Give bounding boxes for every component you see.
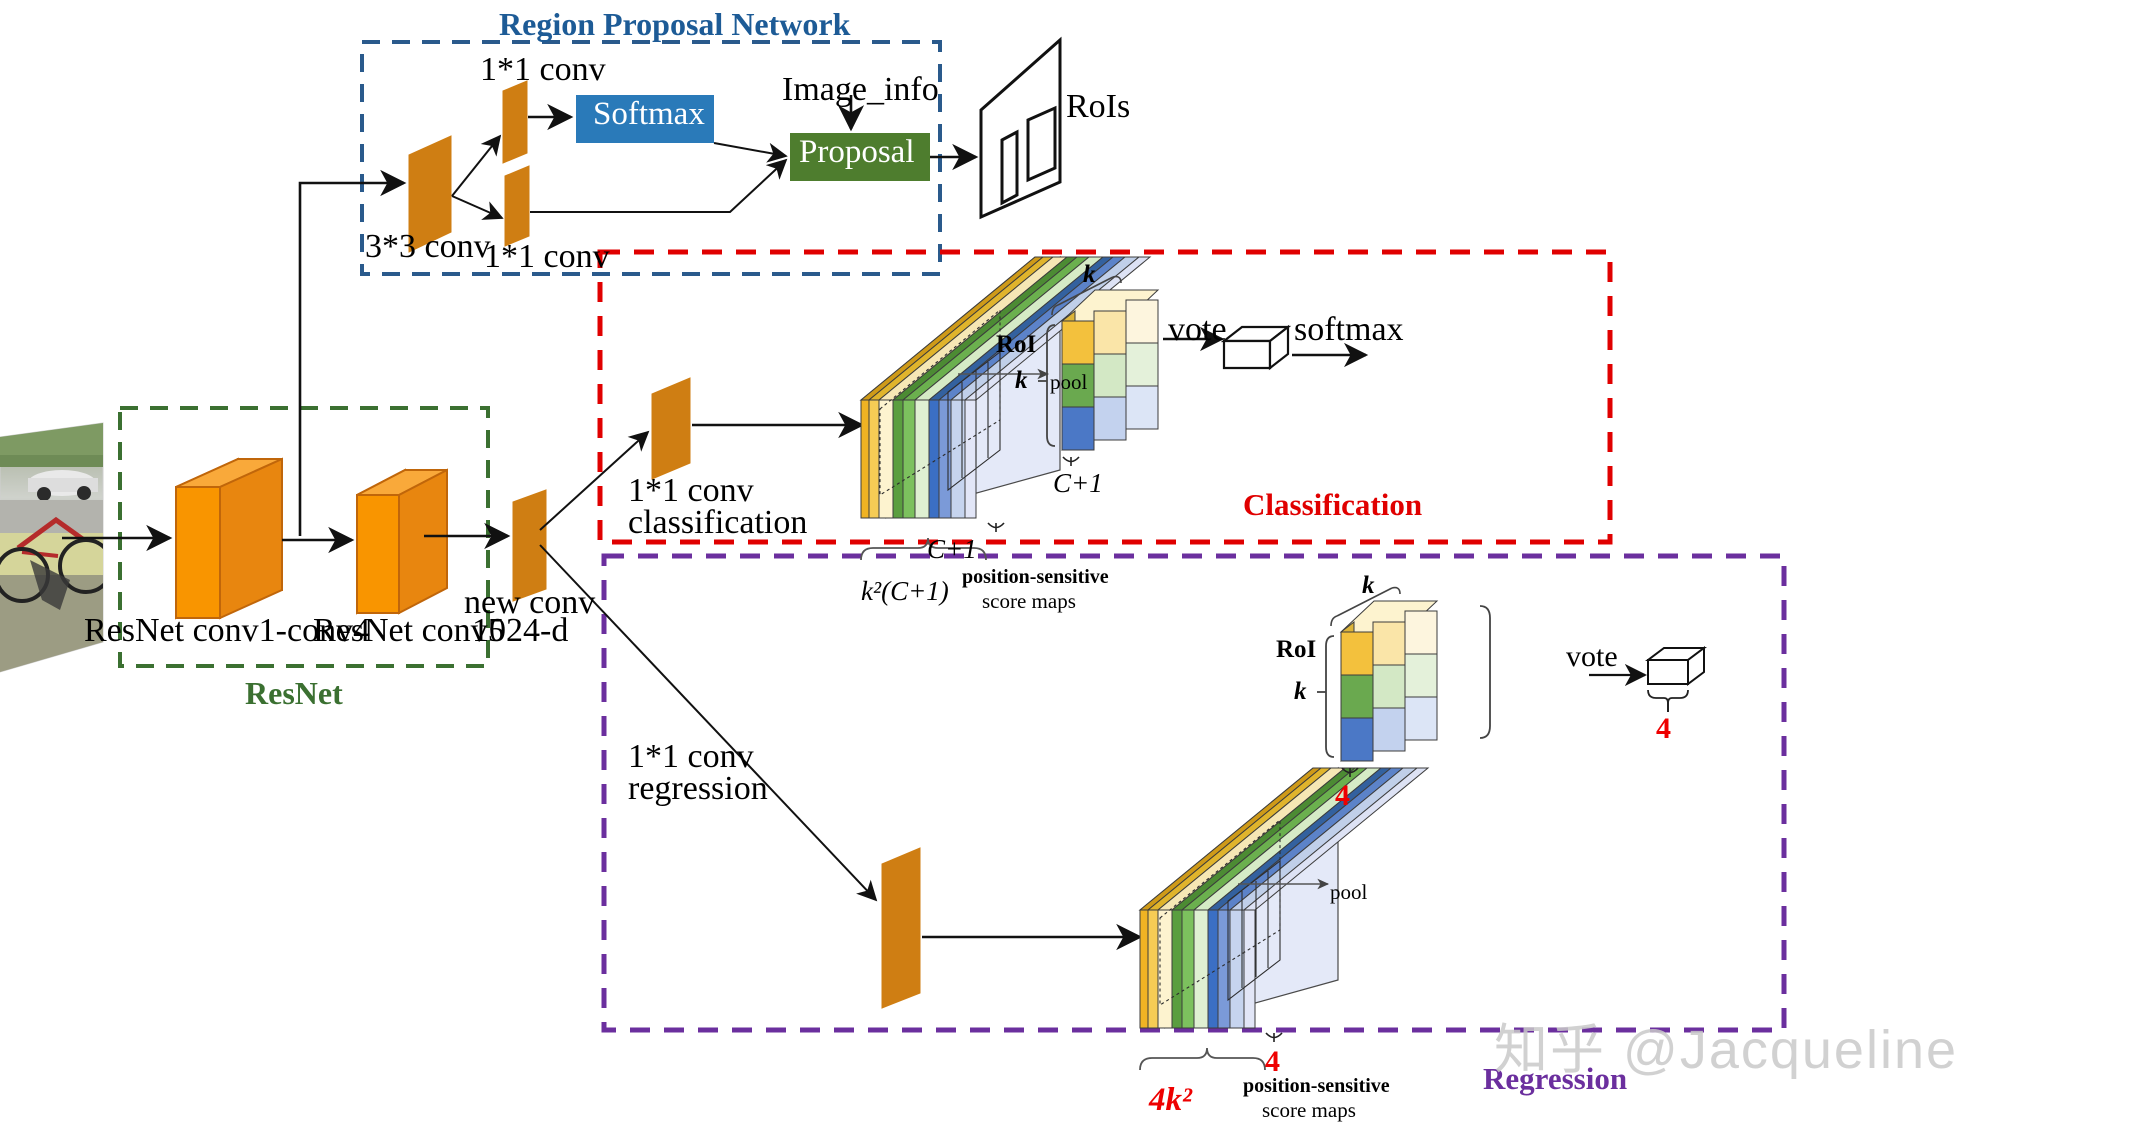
cls-grid-k-side-label: k [1015,367,1028,394]
cls-depth-label: C+1 [927,534,977,564]
rpn-3x3-conv-label: 3*3 conv [365,228,491,265]
cls-pool-label: pool [1050,370,1088,394]
reg-output-label: 4 [1656,712,1671,745]
cls-grid-depth-label: C+1 [1053,468,1103,498]
reg-total-depth-label: 4k² [1149,1082,1192,1118]
watermark-text: 知乎 @Jacqueline [1494,1020,1959,1080]
reg-score-map-stack [1138,766,1430,1071]
cls-1x1-conv-slab [651,377,691,480]
reg-conv-label-line2: regression [628,770,768,807]
cls-roi-label: RoI [996,331,1037,358]
new-conv-label-line2: 1024-d [472,612,569,649]
rpn-1x1-conv-bottom-slab [504,165,530,247]
reg-vote-label: vote [1566,640,1618,673]
rois-label: RoIs [1066,88,1131,125]
reg-pooled-grid [1317,586,1491,777]
rpn-1x1-conv-bottom-label: 1*1 conv [484,238,610,275]
cls-total-depth-label: k²(C+1) [861,576,949,606]
cls-softmax-label: softmax [1294,311,1404,348]
reg-grid-depth-label: 4 [1335,779,1350,812]
classification-group-title: Classification [1243,487,1423,522]
rpn-1x1-conv-top-label: 1*1 conv [480,51,606,88]
diagram-canvas: Region Proposal Network ResNet Classific… [0,0,2136,1141]
reg-roi-label: RoI [1276,636,1317,663]
reg-1x1-conv-slab [881,847,921,1009]
resnet-group-title: ResNet [245,675,343,711]
cls-vote-output-box [1220,324,1292,371]
cls-grid-k-top-label: k [1083,261,1096,288]
reg-pool-label: pool [1330,880,1368,904]
reg-vote-output-box [1645,646,1707,686]
reg-depth-label: 4 [1265,1045,1280,1078]
image-info-label: Image_info [782,71,939,108]
proposal-box-label[interactable]: Proposal [799,134,915,171]
reg-grid-k-top-label: k [1362,572,1375,599]
rpn-group-title: Region Proposal Network [499,6,851,42]
cls-vote-label: vote [1168,311,1227,348]
resnet-conv5-block [356,468,448,615]
softmax-box-label[interactable]: Softmax [593,96,705,133]
cls-score-maps-line1: position-sensitive [962,566,1109,588]
resnet-conv1-conv4-block [175,457,283,620]
rois-plane [979,36,1062,220]
reg-score-maps-line2: score maps [1262,1098,1356,1122]
cls-conv-label-line2: classification [628,504,808,541]
rpn-1x1-conv-top-slab [502,80,528,164]
cls-score-maps-line2: score maps [982,589,1076,613]
reg-score-maps-line1: position-sensitive [1243,1075,1390,1097]
reg-grid-k-side-label: k [1294,678,1307,705]
